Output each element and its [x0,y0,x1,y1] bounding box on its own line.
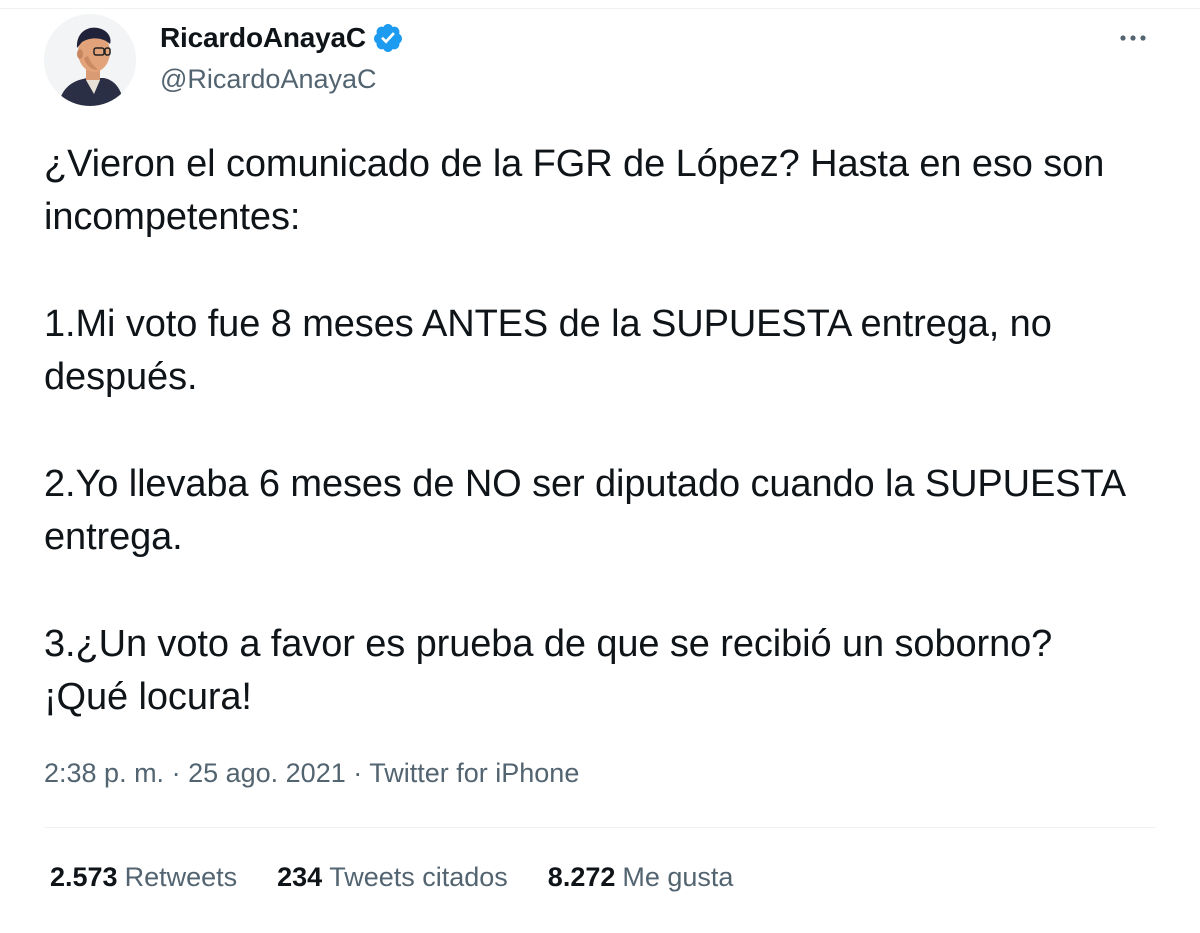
author-name-row: RicardoAnayaC [160,22,404,54]
quote-tweets-count: 234 [277,862,323,892]
tweet-date-link[interactable]: 25 ago. 2021 [188,758,346,788]
retweets-stat[interactable]: 2.573 Retweets [50,862,237,893]
divider [44,827,1156,828]
tweet-source-link[interactable]: Twitter for iPhone [369,758,579,788]
engagement-stats: 2.573 Retweets 234 Tweets citados 8.272 Me … [50,862,773,893]
tweet-paragraph: ¿Vieron el comunicado de la FGR de López… [44,143,1105,238]
tweet-paragraph: 1.Mi voto fue 8 meses ANTES de la SUPUES… [44,303,1052,398]
likes-count: 8.272 [547,862,616,892]
top-border [0,0,1200,9]
author-handle[interactable]: @RicardoAnayaC [160,64,377,95]
tweet-paragraph: 3.¿Un voto a favor es prueba de que se r… [44,623,1053,718]
avatar-portrait-icon [44,14,136,106]
retweets-count: 2.573 [50,862,118,892]
retweets-label: Retweets [124,862,238,892]
tweet-detail: RicardoAnayaC @RicardoAnayaC ¿Vieron el … [0,0,1200,933]
author-display-name[interactable]: RicardoAnayaC [160,22,366,54]
tweet-paragraph: 2.Yo llevaba 6 meses de NO ser diputado … [44,463,1124,558]
meta-separator: · [164,758,189,788]
tweet-text: ¿Vieron el comunicado de la FGR de López… [44,138,1144,778]
meta-separator: · [345,758,370,788]
tweet-metadata: 2:38 p. m. · 25 ago. 2021 · Twitter for … [44,758,579,789]
verified-badge-icon [372,22,404,54]
likes-label: Me gusta [622,862,734,892]
avatar[interactable] [44,14,136,106]
quote-tweets-label: Tweets citados [329,862,508,892]
more-horizontal-icon [1120,35,1146,41]
more-options-button[interactable] [1113,22,1153,54]
likes-stat[interactable]: 8.272 Me gusta [548,862,734,893]
quote-tweets-stat[interactable]: 234 Tweets citados [277,862,508,893]
tweet-time-link[interactable]: 2:38 p. m. [44,758,164,788]
